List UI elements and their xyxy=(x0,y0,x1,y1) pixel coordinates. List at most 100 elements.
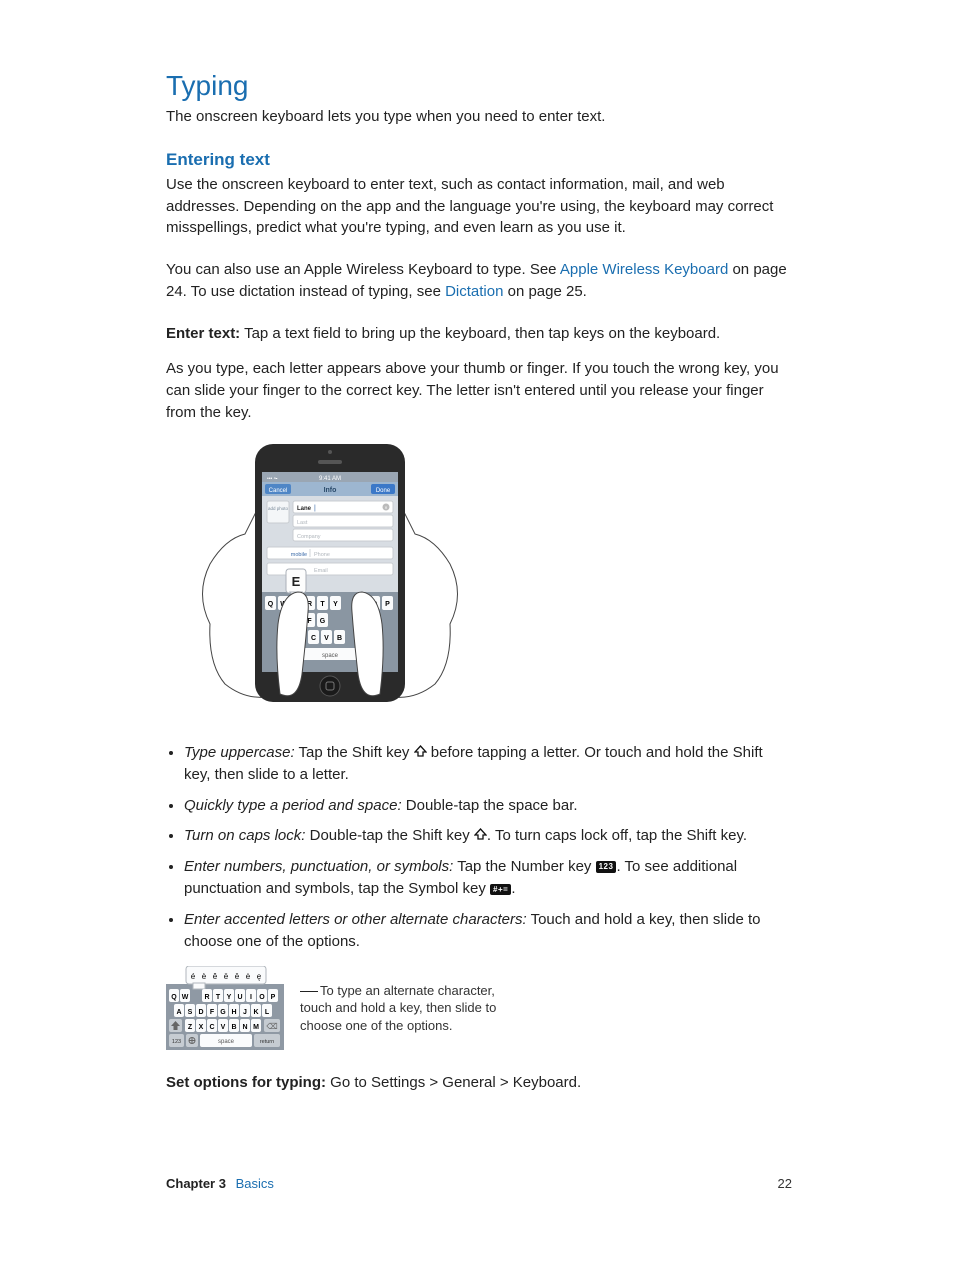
list-item: Enter accented letters or other alternat… xyxy=(184,909,792,954)
keyboard-illustration: é è ê ë ē ė ę Q W R T Y U I O P xyxy=(166,966,284,1050)
field-phone-ph: Phone xyxy=(314,552,330,558)
bullet-label: Enter numbers, punctuation, or symbols: xyxy=(184,858,453,875)
phone-illustration: 9:41 AM ••• ⏦ Cancel Info Done add photo… xyxy=(190,444,480,719)
instruction-body: Tap a text field to bring up the keyboar… xyxy=(240,325,720,342)
svg-text:I: I xyxy=(250,994,252,1001)
add-photo-label: add photo xyxy=(268,506,289,511)
list-item: Enter numbers, punctuation, or symbols: … xyxy=(184,856,792,901)
instruction-set-options: Set options for typing: Go to Settings >… xyxy=(166,1072,792,1094)
svg-text:W: W xyxy=(182,994,189,1001)
svg-text:Y: Y xyxy=(227,994,232,1001)
subsection-heading: Entering text xyxy=(166,150,792,170)
text-run: Double-tap the space bar. xyxy=(402,797,578,814)
svg-text:C: C xyxy=(311,635,316,642)
instruction-label: Enter text: xyxy=(166,325,240,342)
figure-phone-typing: 9:41 AM ••• ⏦ Cancel Info Done add photo… xyxy=(190,444,792,724)
svg-text:T: T xyxy=(216,994,221,1001)
field-first: Lane xyxy=(297,506,312,512)
svg-text:P: P xyxy=(271,994,276,1001)
list-item: Turn on caps lock: Double-tap the Shift … xyxy=(184,825,792,848)
shift-key-icon xyxy=(414,742,427,765)
text-run: Tap the Shift key xyxy=(295,744,414,761)
text-run: You can also use an Apple Wireless Keybo… xyxy=(166,261,560,278)
svg-text:123: 123 xyxy=(172,1039,181,1045)
svg-text:K: K xyxy=(253,1009,258,1016)
link-apple-wireless-keyboard[interactable]: Apple Wireless Keyboard xyxy=(560,261,728,278)
space-key: space xyxy=(322,653,339,659)
svg-text:A: A xyxy=(176,1009,181,1016)
svg-text:⌫: ⌫ xyxy=(266,1022,277,1031)
svg-text:ë: ë xyxy=(224,972,229,981)
svg-text:Y: Y xyxy=(333,601,338,608)
svg-text:×: × xyxy=(385,505,388,511)
shift-key-icon xyxy=(474,825,487,848)
page-footer: Chapter 3 Basics 22 xyxy=(166,1176,792,1191)
field-last: Last xyxy=(297,520,308,526)
svg-text:C: C xyxy=(209,1024,214,1031)
svg-text:Q: Q xyxy=(268,601,274,608)
page-content: Typing The onscreen keyboard lets you ty… xyxy=(166,70,792,1114)
svg-text:ė: ė xyxy=(246,972,251,981)
body-paragraph: You can also use an Apple Wireless Keybo… xyxy=(166,259,792,303)
bullet-label: Turn on caps lock: xyxy=(184,827,305,844)
section-title: Typing xyxy=(166,70,792,102)
status-time: 9:41 AM xyxy=(319,476,341,482)
svg-text:G: G xyxy=(220,1009,226,1016)
text-run: Double-tap the Shift key xyxy=(305,827,473,844)
footer-chapter: Chapter 3 xyxy=(166,1176,226,1191)
svg-text:R: R xyxy=(204,994,209,1001)
svg-text:N: N xyxy=(242,1024,247,1031)
callout-line-icon xyxy=(300,991,318,992)
bullet-label: Quickly type a period and space: xyxy=(184,797,402,814)
symbol-key-icon: #+= xyxy=(490,884,511,896)
svg-text:|: | xyxy=(314,505,316,512)
field-mobile-label: mobile xyxy=(291,552,307,558)
svg-text:F: F xyxy=(210,1009,215,1016)
body-paragraph: As you type, each letter appears above y… xyxy=(166,358,792,423)
svg-text:S: S xyxy=(188,1009,193,1016)
svg-text:F: F xyxy=(307,618,312,625)
svg-text:H: H xyxy=(231,1009,236,1016)
svg-text:P: P xyxy=(385,601,390,608)
nav-cancel: Cancel xyxy=(269,488,288,494)
list-item: Quickly type a period and space: Double-… xyxy=(184,795,792,818)
instruction-body: Go to Settings > General > Keyboard. xyxy=(326,1074,581,1091)
nav-done: Done xyxy=(376,488,391,494)
svg-text:B: B xyxy=(337,635,342,642)
svg-text:M: M xyxy=(253,1024,259,1031)
body-paragraph: Use the onscreen keyboard to enter text,… xyxy=(166,174,792,239)
bullet-label: Type uppercase: xyxy=(184,744,295,761)
popup-letter: E xyxy=(292,574,301,589)
text-run: Tap the Number key xyxy=(453,858,595,875)
svg-text:Q: Q xyxy=(171,994,177,1001)
field-email-ph: Email xyxy=(314,568,328,574)
svg-text:O: O xyxy=(259,994,265,1001)
field-company: Company xyxy=(297,534,321,540)
figure-caption: To type an alternate character, touch an… xyxy=(300,982,500,1035)
svg-text:B: B xyxy=(231,1024,236,1031)
footer-chapter-name: Basics xyxy=(236,1176,274,1191)
svg-text:G: G xyxy=(320,618,326,625)
caption-text: To type an alternate character, touch an… xyxy=(300,983,496,1033)
list-item: Type uppercase: Tap the Shift key before… xyxy=(184,742,792,787)
svg-text:V: V xyxy=(324,635,329,642)
svg-text:••• ⏦: ••• ⏦ xyxy=(267,476,278,482)
svg-text:U: U xyxy=(237,994,242,1001)
svg-text:V: V xyxy=(221,1024,226,1031)
svg-text:ê: ê xyxy=(213,972,218,981)
svg-text:Z: Z xyxy=(188,1024,193,1031)
text-run: . To turn caps lock off, tap the Shift k… xyxy=(487,827,747,844)
svg-text:space: space xyxy=(218,1039,235,1045)
link-dictation[interactable]: Dictation xyxy=(445,283,503,300)
svg-text:è: è xyxy=(202,972,207,981)
instruction-enter-text: Enter text: Tap a text field to bring up… xyxy=(166,323,792,345)
text-run: . xyxy=(511,880,515,897)
instruction-label: Set options for typing: xyxy=(166,1074,326,1091)
footer-page-number: 22 xyxy=(778,1176,792,1191)
svg-text:ę: ę xyxy=(257,972,262,981)
number-key-icon: 123 xyxy=(596,861,617,873)
svg-text:ē: ē xyxy=(235,972,240,981)
svg-text:D: D xyxy=(198,1009,203,1016)
svg-text:X: X xyxy=(199,1024,204,1031)
svg-text:J: J xyxy=(243,1009,247,1016)
